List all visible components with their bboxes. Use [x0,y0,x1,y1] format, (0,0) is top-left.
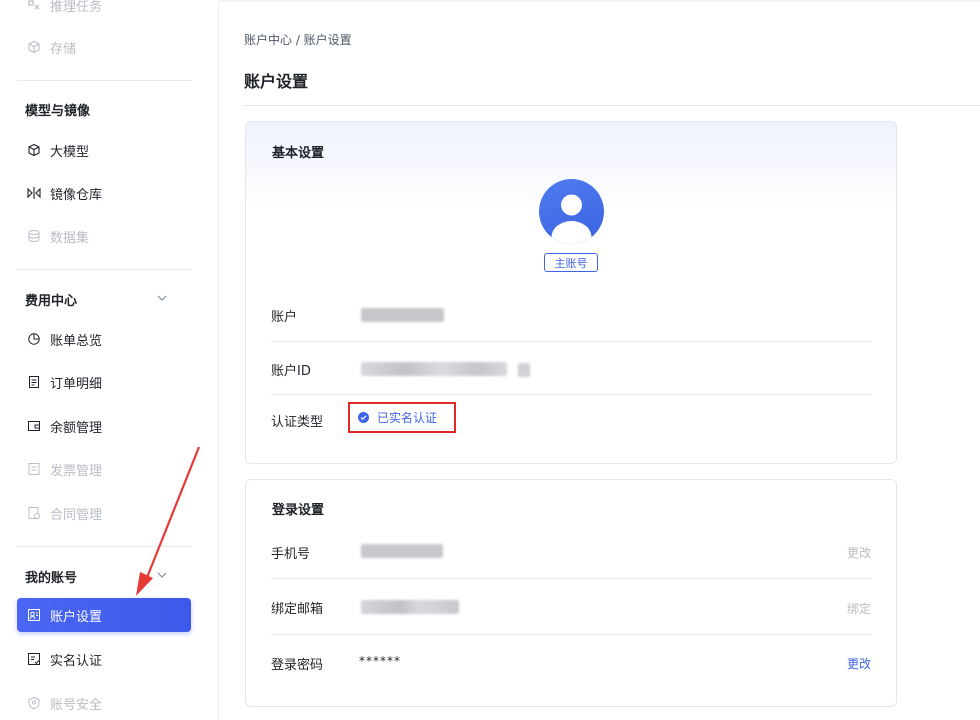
title-divider [244,105,980,106]
contract-icon [27,506,41,520]
dataset-icon [27,229,41,243]
shield-icon [27,696,41,710]
account-id-value-redacted [361,362,507,376]
password-label: 登录密码 [271,658,324,673]
sidebar-item-label: 账单总览 [50,333,103,349]
sidebar-item-real-name[interactable]: 实名认证 [17,642,191,676]
sidebar-item-label: 订单明细 [50,376,103,392]
inference-icon [27,0,41,12]
sidebar-item-storage[interactable]: 存储 [17,30,191,64]
bill-icon [27,332,41,346]
breadcrumb[interactable]: 账户中心 / 账户设置 [244,31,352,48]
email-value-redacted [361,600,459,614]
copy-icon[interactable] [518,363,530,377]
change-phone-link[interactable]: 更改 [847,544,871,561]
row-divider [271,394,872,395]
page-title: 账户设置 [244,72,309,91]
sidebar-item-label: 大模型 [50,144,90,160]
order-icon [27,375,41,389]
row-divider [271,341,872,342]
bind-email-link[interactable]: 绑定 [847,600,871,617]
account-id-label: 账户ID [271,364,311,379]
sidebar-item-account-settings[interactable]: 账户设置 [17,598,191,632]
sidebar-divider [17,80,192,81]
sidebar-item-label: 余额管理 [50,420,103,436]
sidebar-item-balance[interactable]: 余额管理 [17,409,191,443]
section-title-my-account[interactable]: 我的账号 [25,567,77,586]
sidebar-item-contract[interactable]: 合同管理 [17,496,191,530]
balance-icon [27,419,41,433]
sidebar-item-label: 账户设置 [50,609,103,625]
verification-type-label: 认证类型 [271,415,324,430]
section-title-model: 模型与镜像 [25,104,91,119]
row-divider [271,578,872,579]
mirror-icon [27,186,41,200]
phone-label: 手机号 [271,547,311,562]
chevron-down-icon[interactable] [155,568,169,582]
sidebar-item-orders[interactable]: 订单明细 [17,365,191,399]
change-password-link[interactable]: 更改 [847,655,871,672]
row-divider [271,634,872,635]
sidebar-divider [17,546,192,547]
login-settings-title: 登录设置 [272,503,325,518]
cube-icon [27,143,41,157]
avatar[interactable] [539,179,604,244]
main-account-badge: 主账号 [544,253,598,272]
account-label: 账户 [271,310,298,325]
account-settings-icon [27,608,41,622]
email-label: 绑定邮箱 [271,602,324,617]
sidebar-item-label: 推理任务 [50,0,103,15]
sidebar-item-llm[interactable]: 大模型 [17,133,191,167]
verify-icon [27,652,41,666]
verification-status: 已实名认证 [348,402,456,433]
phone-value-redacted [361,544,443,558]
invoice-icon [27,462,41,476]
user-icon [551,194,592,244]
sidebar-item-dataset[interactable]: 数据集 [17,219,191,253]
sidebar-item-mirror[interactable]: 镜像仓库 [17,176,191,210]
chevron-down-icon[interactable] [155,291,169,305]
storage-icon [27,40,41,54]
sidebar-item-security[interactable]: 账号安全 [17,686,191,720]
sidebar-item-label: 发票管理 [50,463,103,479]
sidebar-item-label: 合同管理 [50,507,103,523]
basic-settings-card: 基本设置 主账号 账户 账户ID 认证类型 已实名认证 [245,121,897,464]
verification-status-text: 已实名认证 [377,411,438,425]
account-value-redacted [361,308,444,322]
sidebar-divider [17,269,192,270]
sidebar: 推理任务 存储 模型与镜像 大模型 镜像仓库 数据集 费用中心 账单总览 订单明… [0,0,219,720]
sidebar-item-label: 账号安全 [50,697,103,713]
password-value: ****** [359,654,401,668]
verified-badge-icon [358,412,369,423]
sidebar-item-label: 数据集 [50,230,90,246]
sidebar-item-label: 存储 [50,41,77,57]
login-settings-card: 登录设置 手机号 更改 绑定邮箱 绑定 登录密码 ****** 更改 [245,479,897,707]
sidebar-item-inference[interactable]: 推理任务 [17,0,191,22]
section-title-billing[interactable]: 费用中心 [25,290,77,309]
sidebar-item-bill-overview[interactable]: 账单总览 [17,322,191,356]
sidebar-item-label: 实名认证 [50,653,103,669]
sidebar-item-invoice[interactable]: 发票管理 [17,452,191,486]
sidebar-item-label: 镜像仓库 [50,187,103,203]
basic-settings-title: 基本设置 [272,146,325,161]
